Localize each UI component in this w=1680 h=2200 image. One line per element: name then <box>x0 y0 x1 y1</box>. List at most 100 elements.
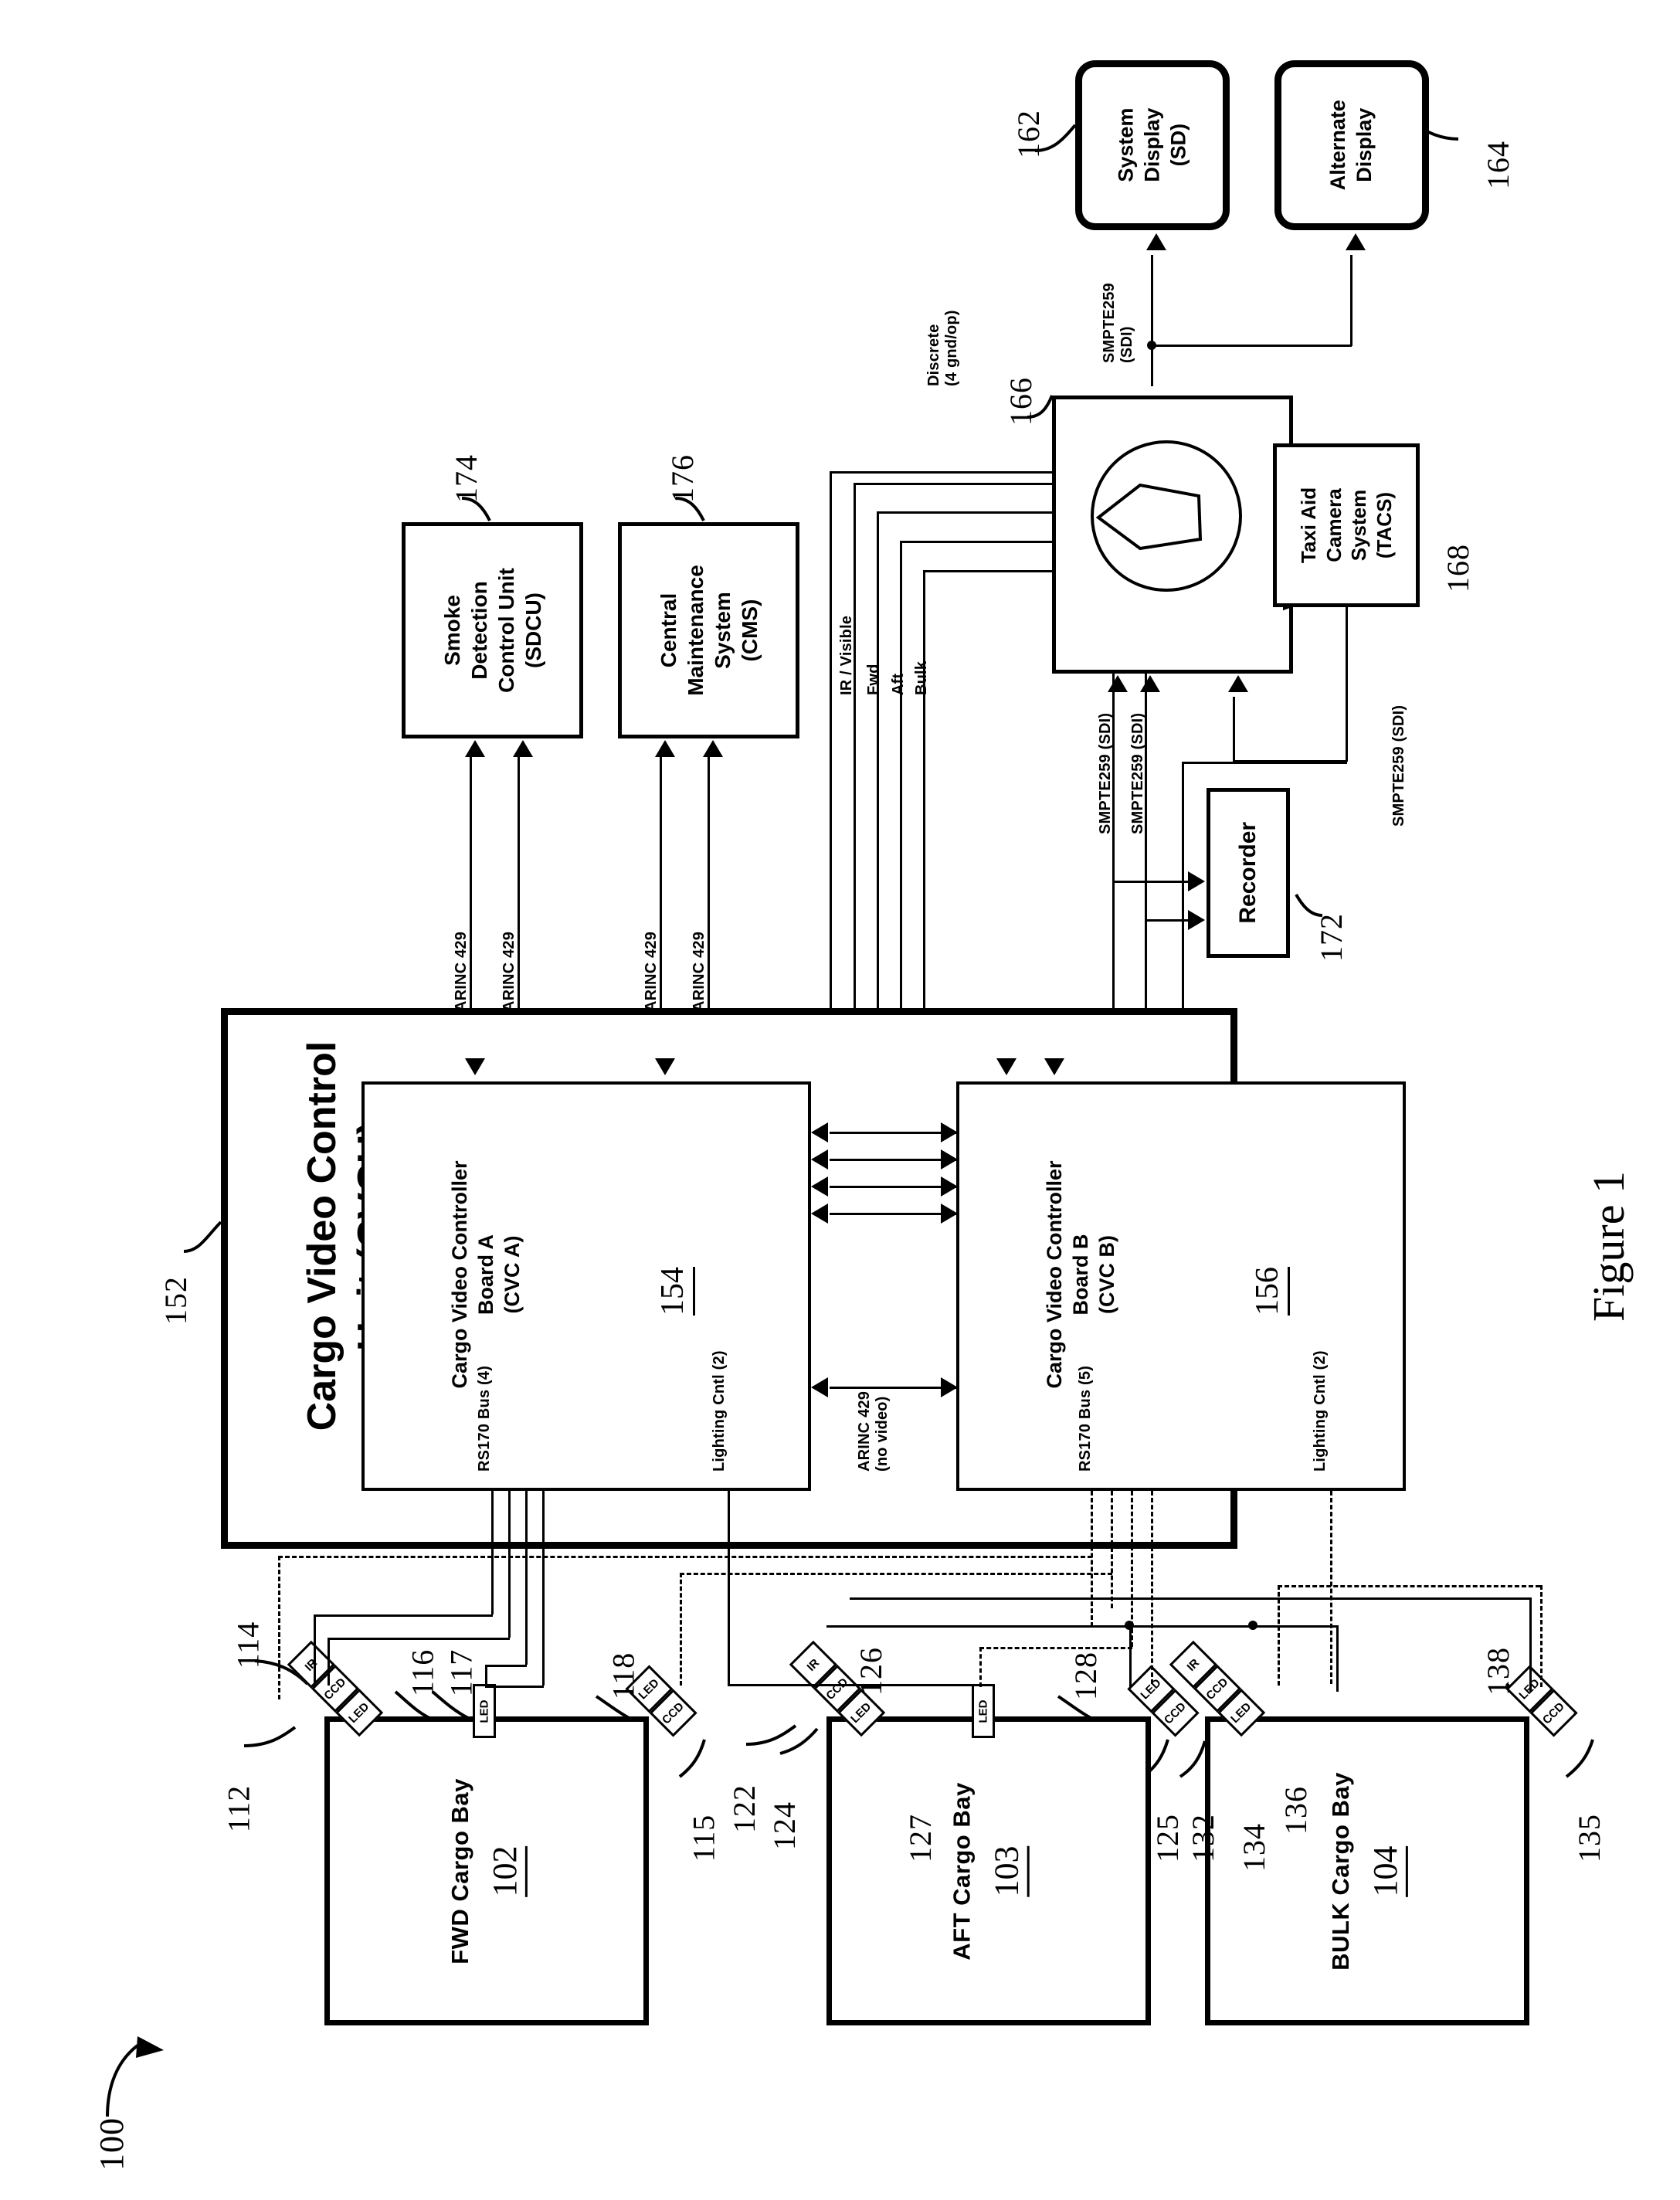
bundle-h-1 <box>854 483 1053 485</box>
smoke-detection-control-unit: Smoke Detection Control Unit (SDCU) <box>402 522 583 738</box>
signal-fwd: Fwd <box>865 664 882 695</box>
harness-a-h1 <box>314 1614 493 1617</box>
harness-a-4 <box>542 1491 545 1686</box>
ref-117: 117 <box>443 1648 479 1697</box>
wire-cvcb-vsu-2 <box>1145 674 1147 919</box>
wire-cvcb-vsu-1 <box>1112 674 1115 884</box>
signal-arinc-cms-2: ARINC 429 <box>691 931 708 1012</box>
interlink-2-right <box>941 1149 958 1170</box>
ref-112: 112 <box>221 1784 256 1833</box>
ref-126: 126 <box>854 1647 888 1696</box>
wire-tacs-up <box>1233 697 1235 762</box>
interlink-1-right <box>941 1122 958 1142</box>
interlink-3 <box>830 1186 958 1188</box>
interlink-4-left <box>811 1204 828 1224</box>
ref-122: 122 <box>727 1784 762 1833</box>
ref-164: 164 <box>1481 141 1515 189</box>
wire-tacs-cvcb-jog <box>1182 762 1347 764</box>
cvc-b-port-bus: RS170 Bus (5) <box>1077 1365 1094 1472</box>
arrowhead-cms-2 <box>703 740 723 757</box>
figure-caption: Figure 1 <box>1583 1171 1634 1322</box>
recorder-label: Recorder <box>1235 822 1261 924</box>
harness-b-h2 <box>680 1573 1112 1575</box>
harness-b-h3 <box>979 1647 1132 1649</box>
bulk-cargo-bay-label: BULK Cargo Bay <box>1326 1771 1354 1971</box>
arrowhead-rec-1 <box>1188 871 1205 891</box>
ref-136: 136 <box>1278 1786 1313 1835</box>
arrowhead-cvca-cms <box>655 1058 675 1075</box>
signal-smpte-tacs: SMPTE259 (SDI) <box>1390 704 1407 827</box>
wire-vsu-to-alt <box>1350 255 1352 346</box>
harness-a-3 <box>525 1491 528 1665</box>
tacs-label: Taxi Aid Camera System (TACS) <box>1297 487 1396 564</box>
harness-a-h3 <box>485 1665 527 1667</box>
cms-label: Central Maintenance System (CMS) <box>656 565 762 696</box>
ref-174: 174 <box>449 454 484 503</box>
fwd-cargo-bay-label: FWD Cargo Bay <box>446 1777 473 1964</box>
arrowhead-sd <box>1146 233 1166 250</box>
aft-cargo-bay: AFT Cargo Bay 103 <box>826 1716 1151 2025</box>
harness-a-v3 <box>485 1665 487 1686</box>
interlink-3-right <box>941 1176 958 1197</box>
aft-cargo-bay-number: 103 <box>986 1845 1030 1897</box>
signal-arinc-cms-1: ARINC 429 <box>643 931 660 1012</box>
ref-138: 138 <box>1481 1647 1515 1696</box>
ref-116: 116 <box>405 1648 440 1697</box>
ref-118: 118 <box>606 1652 641 1700</box>
system-display-label: System Display (SD) <box>1114 107 1190 183</box>
wire-tacs-out <box>1346 607 1348 762</box>
harness-b-v3 <box>979 1647 982 1687</box>
ref-124: 124 <box>767 1801 802 1850</box>
ref-132: 132 <box>1186 1814 1220 1862</box>
harness-a-v2 <box>328 1638 330 1686</box>
harness-b-v4 <box>1540 1585 1543 1687</box>
fwd-cargo-bay: FWD Cargo Bay 102 <box>324 1716 649 2025</box>
wire-rec-1 <box>1112 881 1190 883</box>
bundle-h-4 <box>923 570 1053 572</box>
harness-a-long-3 <box>850 1597 1529 1600</box>
interlink-1 <box>830 1132 958 1134</box>
harness-a-long-1 <box>728 1684 990 1686</box>
interlink-2-left <box>811 1149 828 1170</box>
recorder: Recorder <box>1207 788 1290 958</box>
harness-a-h4 <box>485 1686 544 1688</box>
harness-a-long-3v <box>1529 1597 1532 1692</box>
harness-b-h1 <box>278 1556 1092 1558</box>
led-aft-center: LED <box>972 1684 995 1738</box>
harness-a-h2 <box>328 1638 510 1640</box>
ref-172: 172 <box>1314 913 1349 962</box>
harness-b-4 <box>1151 1491 1153 1684</box>
signal-aft: Aft <box>890 673 907 695</box>
system-display: System Display (SD) <box>1075 60 1230 230</box>
wire-display-bus <box>1151 345 1352 347</box>
arrowhead-cvcb-sdcu2 <box>996 1058 1016 1075</box>
junction-display-bus <box>1147 341 1156 350</box>
aft-cargo-bay-label: AFT Cargo Bay <box>948 1781 976 1961</box>
fwd-cargo-bay-number: 102 <box>484 1845 528 1896</box>
signal-smpte-display: SMPTE259 (SDI) <box>1101 283 1135 363</box>
ref-128: 128 <box>1068 1652 1103 1700</box>
harness-b-2 <box>1111 1491 1113 1608</box>
ref-135: 135 <box>1572 1814 1607 1862</box>
cvc-b-port-light: Lighting Cntl (2) <box>1312 1350 1329 1472</box>
arrowhead-alt <box>1346 233 1366 250</box>
alternate-display-label: Alternate Display <box>1326 100 1376 191</box>
signal-bulk: Bulk <box>913 660 930 695</box>
arrowhead-cvca-sdcu <box>465 1058 485 1075</box>
interlink-arinc-right <box>941 1377 958 1397</box>
selector-pointer-icon <box>1095 483 1203 551</box>
arrowhead-cms-1 <box>655 740 675 757</box>
arrowhead-sdcu-2 <box>513 740 533 757</box>
arrowhead-vsu-1 <box>1108 675 1128 692</box>
interboard-label: ARINC 429 (no video) <box>856 1390 891 1472</box>
harness-a-2 <box>508 1491 511 1638</box>
wire-discrete-jog <box>830 471 1053 474</box>
ref-166: 166 <box>1003 377 1038 426</box>
ref-114: 114 <box>230 1621 266 1669</box>
ref-168: 168 <box>1441 544 1475 592</box>
signal-arinc-sdcu-1: ARINC 429 <box>453 931 470 1012</box>
cvc-b-number: 156 <box>1249 1267 1290 1316</box>
arrowhead-tacs-vsu <box>1228 675 1248 692</box>
bundle-h-3 <box>900 541 1053 543</box>
ref-134: 134 <box>1237 1823 1271 1872</box>
